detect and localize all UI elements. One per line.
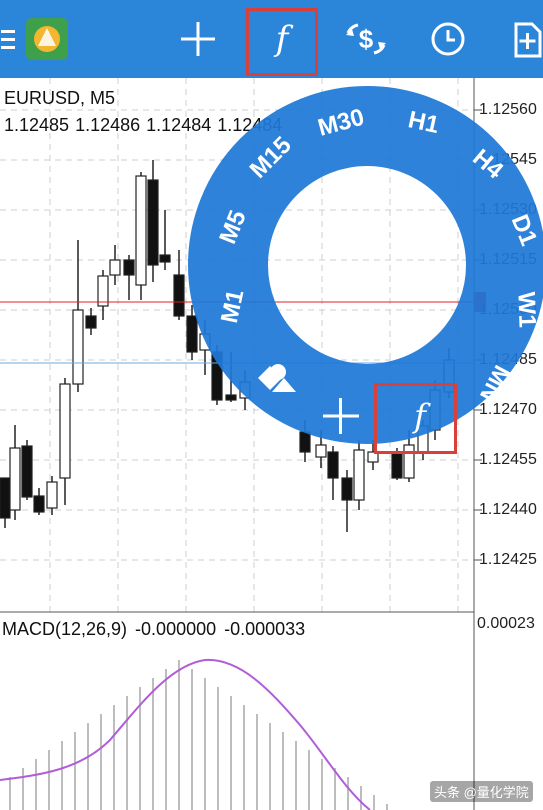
- watermark: 头条 @量化学院: [430, 781, 533, 802]
- timeframe-wheel[interactable]: M1 M5 M15 M30 H1 H4 D1 W1 MN f: [0, 0, 543, 810]
- timeframe-w1[interactable]: W1: [512, 291, 540, 328]
